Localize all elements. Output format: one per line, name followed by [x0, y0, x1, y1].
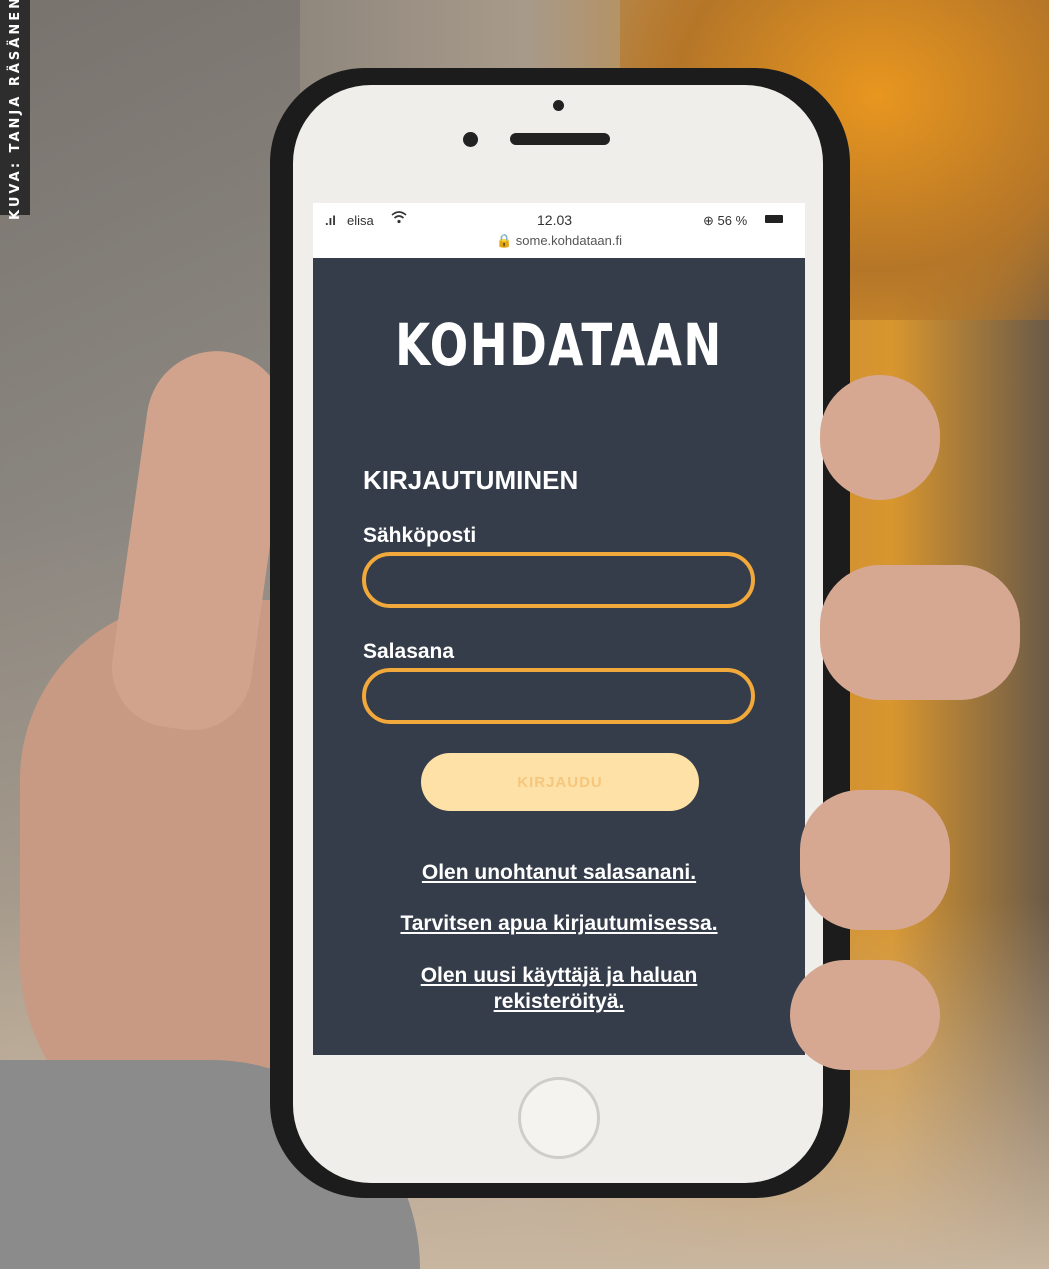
carrier-name: elisa	[347, 213, 374, 228]
proximity-sensor	[553, 100, 564, 111]
phone-screen: .ıl elisa 12.03 ⊕ 56 % 🔒 some.kohdataan.…	[313, 203, 805, 1055]
battery-icon	[765, 215, 783, 223]
finger-1	[820, 375, 940, 500]
address-bar-url[interactable]: 🔒 some.kohdataan.fi	[313, 233, 805, 249]
finger-4	[790, 960, 940, 1070]
battery-percent: ⊕ 56 %	[703, 213, 748, 228]
app-logo: KOHDATAAN	[395, 311, 723, 379]
photo-credit: KUVA: TANJA RÄSÄNEN	[0, 0, 30, 220]
page-title: KIRJAUTUMINEN	[363, 465, 579, 495]
finger-2	[820, 565, 1020, 700]
clock: 12.03	[537, 212, 573, 228]
email-label: Sähköposti	[363, 524, 477, 547]
home-button[interactable]	[518, 1077, 600, 1159]
wifi-icon	[391, 211, 407, 227]
signal-icon: .ıl	[325, 213, 336, 228]
login-help-link[interactable]: Tarvitsen apua kirjautumisessa.	[373, 911, 745, 937]
front-camera	[463, 132, 478, 147]
earpiece-speaker	[510, 133, 610, 145]
password-label: Salasana	[363, 640, 455, 663]
register-link[interactable]: Olen uusi käyttäjä ja haluan rekisteröit…	[373, 963, 745, 1015]
login-button[interactable]: KIRJAUDU	[421, 753, 699, 811]
finger-3	[800, 790, 950, 930]
email-field[interactable]	[362, 552, 755, 608]
photo-credit-text: KUVA: TANJA RÄSÄNEN	[7, 0, 23, 220]
password-field[interactable]	[362, 668, 755, 724]
forgot-password-link[interactable]: Olen unohtanut salasanani.	[373, 860, 745, 886]
status-bar: .ıl elisa 12.03 ⊕ 56 % 🔒 some.kohdataan.…	[313, 203, 805, 258]
